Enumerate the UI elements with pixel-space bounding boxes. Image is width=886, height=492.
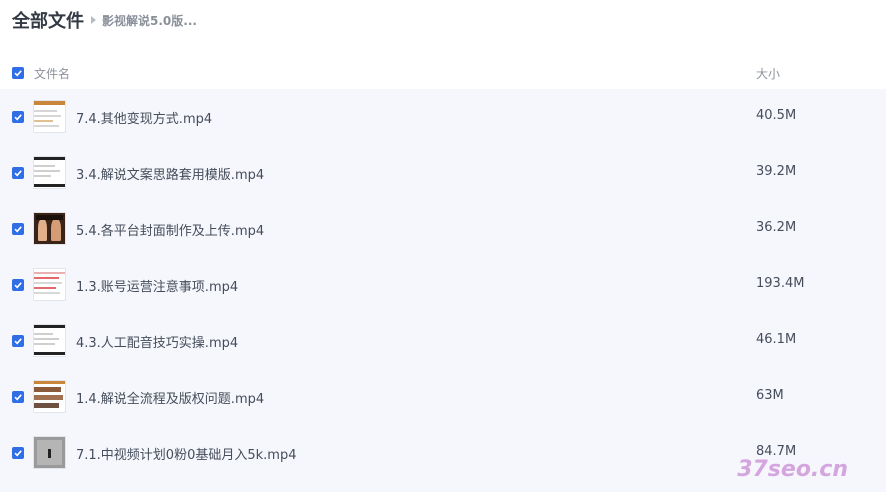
checkmark-icon xyxy=(14,170,22,177)
video-thumbnail[interactable] xyxy=(33,156,66,189)
file-name[interactable]: 1.4.解说全流程及版权问题.mp4 xyxy=(76,388,264,407)
checkmark-icon xyxy=(14,394,22,401)
file-size: 40.5M xyxy=(756,108,797,123)
column-header: 文件名 大小 xyxy=(0,58,886,88)
current-folder-crumb[interactable]: 影视解说5.0版... xyxy=(102,12,197,29)
file-name[interactable]: 1.3.账号运营注意事项.mp4 xyxy=(76,276,238,295)
file-name[interactable]: 4.3.人工配音技巧实操.mp4 xyxy=(76,332,238,351)
video-thumbnail[interactable] xyxy=(33,380,66,413)
checkmark-icon xyxy=(14,114,22,121)
file-name[interactable]: 7.1.中视频计划0粉0基础月入5k.mp4 xyxy=(76,444,296,463)
name-column-header[interactable]: 文件名 xyxy=(34,65,70,82)
checkmark-icon xyxy=(14,338,22,345)
checkmark-icon xyxy=(14,70,22,77)
row-checkbox[interactable] xyxy=(12,167,24,179)
file-name[interactable]: 3.4.解说文案思路套用模版.mp4 xyxy=(76,164,264,183)
row-checkbox[interactable] xyxy=(12,279,24,291)
file-size: 36.2M xyxy=(756,220,797,235)
file-row[interactable]: 1.3.账号运营注意事项.mp4 193.4M xyxy=(0,257,886,313)
file-size: 193.4M xyxy=(756,276,805,291)
file-row[interactable]: 7.4.其他变现方式.mp4 40.5M xyxy=(0,89,886,145)
row-checkbox[interactable] xyxy=(12,391,24,403)
breadcrumb-arrow-icon xyxy=(91,16,96,24)
file-size: 63M xyxy=(756,388,784,403)
row-checkbox[interactable] xyxy=(12,335,24,347)
row-checkbox[interactable] xyxy=(12,111,24,123)
video-thumbnail[interactable] xyxy=(33,268,66,301)
video-thumbnail[interactable] xyxy=(33,436,66,469)
row-checkbox[interactable] xyxy=(12,447,24,459)
file-name[interactable]: 5.4.各平台封面制作及上传.mp4 xyxy=(76,220,264,239)
watermark-text: 37seo.cn xyxy=(737,457,848,482)
row-checkbox[interactable] xyxy=(12,223,24,235)
file-row[interactable]: 4.3.人工配音技巧实操.mp4 46.1M xyxy=(0,313,886,369)
file-row[interactable]: 1.4.解说全流程及版权问题.mp4 63M xyxy=(0,369,886,425)
select-all-checkbox[interactable] xyxy=(12,67,24,79)
checkmark-icon xyxy=(14,226,22,233)
size-column-header[interactable]: 大小 xyxy=(756,65,780,82)
file-name[interactable]: 7.4.其他变现方式.mp4 xyxy=(76,108,212,127)
file-size: 46.1M xyxy=(756,332,797,347)
file-size: 39.2M xyxy=(756,164,797,179)
video-thumbnail[interactable] xyxy=(33,212,66,245)
checkmark-icon xyxy=(14,450,22,457)
file-list: 7.4.其他变现方式.mp4 40.5M 3.4.解说文案思路套用模版.mp4 … xyxy=(0,89,886,492)
file-row[interactable]: 5.4.各平台封面制作及上传.mp4 36.2M xyxy=(0,201,886,257)
video-thumbnail[interactable] xyxy=(33,324,66,357)
breadcrumb: 全部文件 影视解说5.0版... xyxy=(12,6,197,34)
all-files-link[interactable]: 全部文件 xyxy=(12,7,84,33)
watermark-logo: 37seo.cn xyxy=(737,457,848,482)
video-thumbnail[interactable] xyxy=(33,100,66,133)
checkmark-icon xyxy=(14,282,22,289)
file-row[interactable]: 3.4.解说文案思路套用模版.mp4 39.2M xyxy=(0,145,886,201)
